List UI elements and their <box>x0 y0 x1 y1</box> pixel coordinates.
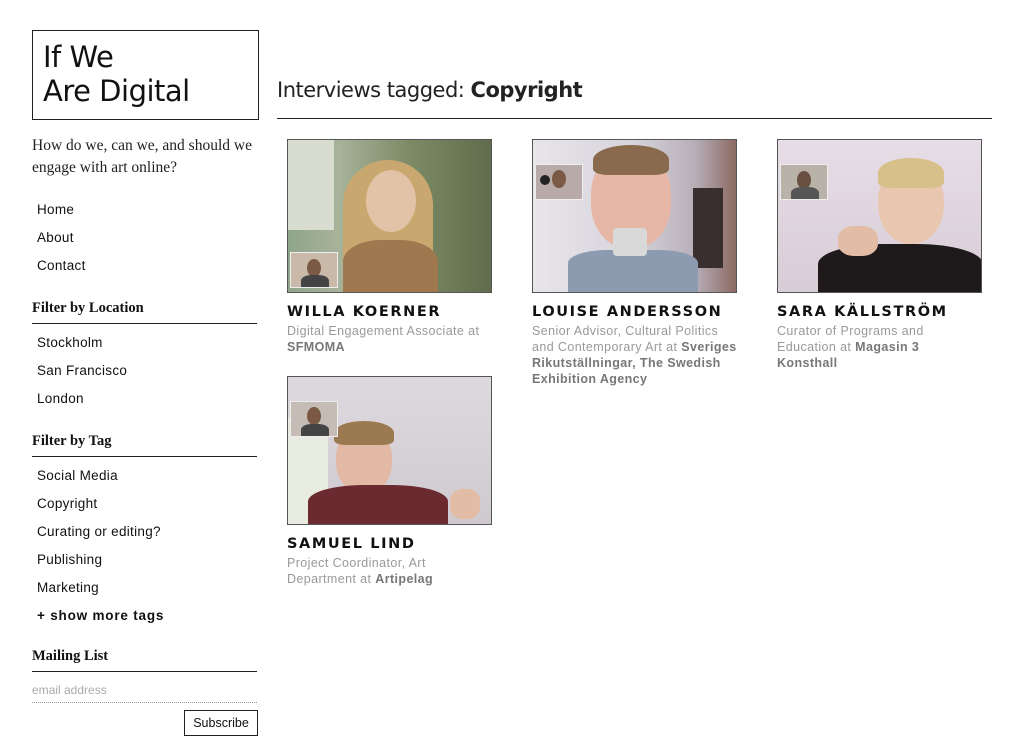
interview-org[interactable]: SFMOMA <box>287 340 345 354</box>
interview-thumbnail[interactable] <box>777 139 982 293</box>
interview-thumbnail[interactable] <box>287 139 492 293</box>
tag-marketing[interactable]: Marketing <box>32 574 258 602</box>
location-stockholm[interactable]: Stockholm <box>32 329 258 357</box>
mailing-list-heading: Mailing List <box>32 648 257 672</box>
subscribe-button[interactable]: Subscribe <box>184 710 258 736</box>
tag-social-media[interactable]: Social Media <box>32 462 258 490</box>
nav-about[interactable]: About <box>32 224 258 252</box>
interview-thumbnail[interactable] <box>532 139 737 293</box>
interview-org[interactable]: Artipelag <box>375 572 433 586</box>
tag-publishing[interactable]: Publishing <box>32 546 258 574</box>
tag-curating[interactable]: Curating or editing? <box>32 518 258 546</box>
sidebar: If We Are Digital How do we, can we, and… <box>32 30 259 736</box>
interview-role: Digital Engagement Associate at <box>287 324 480 338</box>
interview-card[interactable]: LOUISE ANDERSSON Senior Advisor, Cultura… <box>532 139 737 387</box>
interview-description: Senior Advisor, Cultural Politics and Co… <box>532 323 737 387</box>
tag-list: Social Media Copyright Curating or editi… <box>32 462 258 630</box>
show-more-tags-link[interactable]: + show more tags <box>32 602 258 630</box>
interview-name[interactable]: SARA KÄLLSTRÖM <box>777 304 982 320</box>
interview-card[interactable]: SARA KÄLLSTRÖM Curator of Programs and E… <box>777 139 982 371</box>
page-title-tag: Copyright <box>470 78 583 102</box>
interview-name[interactable]: LOUISE ANDERSSON <box>532 304 737 320</box>
site-tagline: How do we, can we, and should we engage … <box>32 137 252 176</box>
interview-thumbnail[interactable] <box>287 376 492 525</box>
site-logo[interactable]: If We Are Digital <box>32 30 259 120</box>
interview-description: Digital Engagement Associate at SFMOMA <box>287 323 492 355</box>
location-list: Stockholm San Francisco London <box>32 329 258 413</box>
interview-card[interactable]: SAMUEL LIND Project Coordinator, Art Dep… <box>287 376 492 587</box>
filter-location-heading: Filter by Location <box>32 300 257 324</box>
interview-description: Project Coordinator, Art Department at A… <box>287 555 492 587</box>
tag-copyright[interactable]: Copyright <box>32 490 258 518</box>
interview-name[interactable]: SAMUEL LIND <box>287 536 492 552</box>
logo-line-1: If We <box>43 40 114 74</box>
location-san-francisco[interactable]: San Francisco <box>32 357 258 385</box>
email-input[interactable] <box>32 678 257 703</box>
interview-description: Curator of Programs and Education at Mag… <box>777 323 982 371</box>
page-title-prefix: Interviews tagged: <box>277 78 465 102</box>
interview-card[interactable]: WILLA KOERNER Digital Engagement Associa… <box>287 139 492 355</box>
page-title: Interviews tagged: Copyright <box>277 78 992 119</box>
nav-home[interactable]: Home <box>32 196 258 224</box>
main-nav: Home About Contact <box>32 196 258 280</box>
logo-line-2: Are Digital <box>43 74 190 108</box>
nav-contact[interactable]: Contact <box>32 252 258 280</box>
filter-tag-heading: Filter by Tag <box>32 433 257 457</box>
interview-name[interactable]: WILLA KOERNER <box>287 304 492 320</box>
location-london[interactable]: London <box>32 385 258 413</box>
